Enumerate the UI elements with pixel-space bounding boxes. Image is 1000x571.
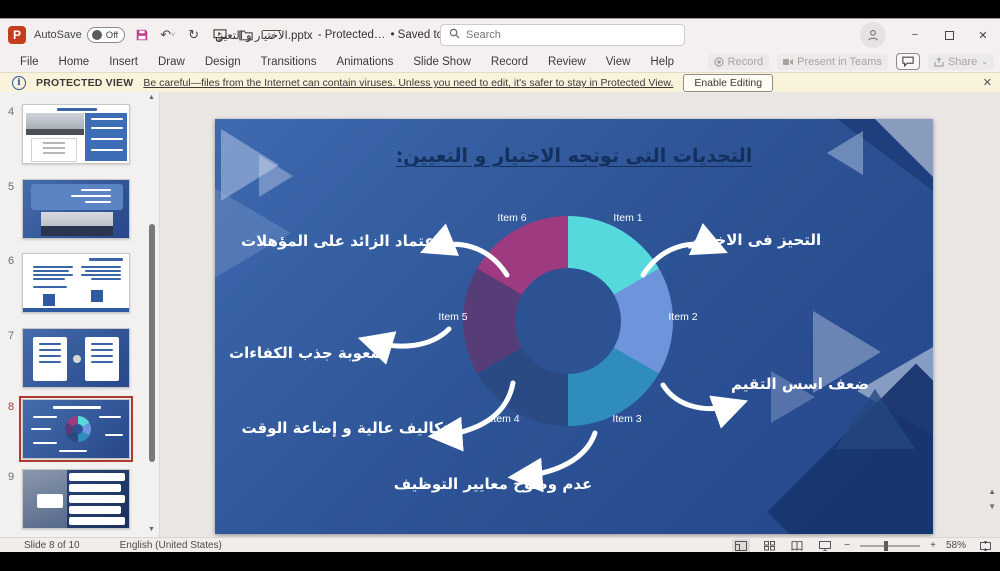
autosave-label: AutoSave [34, 29, 82, 41]
save-icon[interactable] [133, 26, 151, 44]
callout-unclear-hiring-criteria[interactable]: عدم وضوح معايير التوظيف [394, 475, 593, 493]
redo-icon[interactable]: ↻ [185, 26, 203, 44]
file-name: الاختيار و التعين.pptx [215, 30, 313, 42]
undo-icon[interactable]: ↶ ˅ [159, 26, 177, 44]
scroll-up-icon[interactable]: ▲ [148, 94, 155, 101]
record-button[interactable]: Record [707, 53, 770, 70]
comments-button[interactable] [895, 53, 920, 70]
tab-design[interactable]: Design [195, 53, 251, 71]
search-bar[interactable] [440, 24, 685, 46]
slide-6-thumbnail[interactable] [22, 253, 130, 313]
zoom-slider[interactable] [860, 540, 921, 551]
autosave-switch[interactable]: Off [86, 27, 125, 43]
scroll-down-icon[interactable]: ▼ [148, 526, 155, 533]
tab-file[interactable]: File [10, 53, 49, 71]
callout-arrows [357, 223, 749, 493]
status-bar: Slide 8 of 10 English (United States) − … [0, 537, 1000, 553]
protected-view-label: PROTECTED VIEW [36, 77, 134, 89]
callout-bias-in-selection[interactable]: التحيز فى الاختيار [689, 231, 821, 249]
tab-transitions[interactable]: Transitions [251, 53, 327, 71]
screen-bezel-top [0, 0, 1000, 18]
share-button[interactable]: Share ⌄ [927, 53, 994, 70]
powerpoint-icon[interactable]: P [8, 26, 26, 44]
close-button[interactable]: ✕ [966, 20, 1000, 50]
screen-bezel-bottom [0, 552, 1000, 571]
tab-slide-show[interactable]: Slide Show [403, 53, 481, 71]
tab-home[interactable]: Home [49, 53, 100, 71]
slide-8-thumbnail-selected[interactable] [19, 396, 133, 462]
restore-button[interactable] [932, 20, 966, 50]
tab-review[interactable]: Review [538, 53, 596, 71]
file-status: - Protected… [317, 29, 386, 41]
slide-number: 5 [8, 181, 15, 193]
callout-weak-evaluation-bases[interactable]: ضعف اسس التقيم [731, 375, 869, 393]
banner-close-icon[interactable]: ✕ [983, 76, 992, 89]
account-icon[interactable] [860, 22, 886, 48]
autosave-toggle[interactable]: AutoSave Off [34, 27, 125, 43]
title-bar: P AutoSave Off ↶ ˅ ↻ ⌄ الاختيار و التعين… [0, 19, 1000, 51]
main-area: 4 5 6 7 8 9 ▲ ▼ التحديات التى توتجه الاخ… [0, 92, 1000, 537]
zoom-out-button[interactable]: − [844, 540, 850, 551]
enable-editing-button[interactable]: Enable Editing [683, 74, 774, 92]
slide-number: 4 [8, 106, 15, 118]
tab-record[interactable]: Record [481, 53, 538, 71]
slide-edit-area: التحديات التى توتجه الاختيار و التعيين: … [160, 92, 1000, 537]
protected-view-banner: i PROTECTED VIEW Be careful—files from t… [0, 72, 1000, 94]
present-in-teams-button[interactable]: Present in Teams [777, 53, 888, 70]
slide-9-thumbnail[interactable] [22, 469, 130, 529]
slide-indicator[interactable]: Slide 8 of 10 [24, 540, 80, 551]
comment-icon [902, 56, 914, 67]
protected-view-message[interactable]: Be careful—files from the Internet can c… [143, 77, 673, 89]
zoom-slider-thumb[interactable] [884, 540, 889, 551]
zoom-level[interactable]: 58% [946, 540, 966, 551]
search-icon [449, 26, 460, 44]
fit-slide-to-window-button[interactable] [976, 539, 994, 553]
slide-5-thumbnail[interactable] [22, 179, 130, 239]
tab-help[interactable]: Help [640, 53, 684, 71]
previous-slide-button[interactable]: ▲ [988, 487, 996, 496]
tab-view[interactable]: View [596, 53, 641, 71]
slide-sorter-view-button[interactable] [760, 539, 778, 553]
zoom-in-button[interactable]: + [930, 540, 936, 551]
next-slide-button[interactable]: ▼ [988, 502, 996, 511]
reading-view-button[interactable] [788, 539, 806, 553]
slide-number: 7 [8, 330, 15, 342]
tab-insert[interactable]: Insert [99, 53, 148, 71]
slide-4-thumbnail[interactable] [22, 104, 130, 164]
toggle-knob-icon [91, 30, 102, 40]
shield-info-icon: i [12, 76, 26, 90]
minimize-button[interactable]: − [898, 20, 932, 50]
callout-difficulty-attracting-talent[interactable]: صعوبة جذب الكفاءات [229, 344, 385, 362]
callout-high-costs-time-waste[interactable]: تكاليف عالية و إضاعة الوقت [241, 419, 448, 437]
slide-7-thumbnail[interactable] [22, 328, 130, 388]
slide-thumbnail-panel: 4 5 6 7 8 9 ▲ ▼ [0, 92, 160, 537]
scrollbar-thumb[interactable] [149, 224, 155, 462]
record-icon [714, 56, 724, 67]
slide-number: 8 [8, 401, 15, 413]
tab-draw[interactable]: Draw [148, 53, 195, 71]
search-input[interactable] [466, 29, 676, 41]
powerpoint-window: P AutoSave Off ↶ ˅ ↻ ⌄ الاختيار و التعين… [0, 18, 1000, 553]
ribbon-tab-bar: File Home Insert Draw Design Transitions… [0, 51, 1000, 72]
slide-number: 6 [8, 255, 15, 267]
slide-number: 9 [8, 471, 15, 483]
tab-animations[interactable]: Animations [326, 53, 403, 71]
teams-icon [783, 58, 794, 65]
callout-overreliance-qualifications[interactable]: الاعتماد الزائد على المؤهلات [241, 232, 451, 250]
language-indicator[interactable]: English (United States) [120, 540, 222, 551]
slideshow-view-button[interactable] [816, 539, 834, 553]
normal-view-button[interactable] [732, 538, 751, 553]
autosave-state: Off [105, 29, 119, 41]
thumbnail-scrollbar[interactable]: ▲ ▼ [147, 92, 157, 537]
slide-canvas[interactable]: التحديات التى توتجه الاختيار و التعيين: … [215, 119, 933, 534]
share-icon [934, 56, 944, 67]
